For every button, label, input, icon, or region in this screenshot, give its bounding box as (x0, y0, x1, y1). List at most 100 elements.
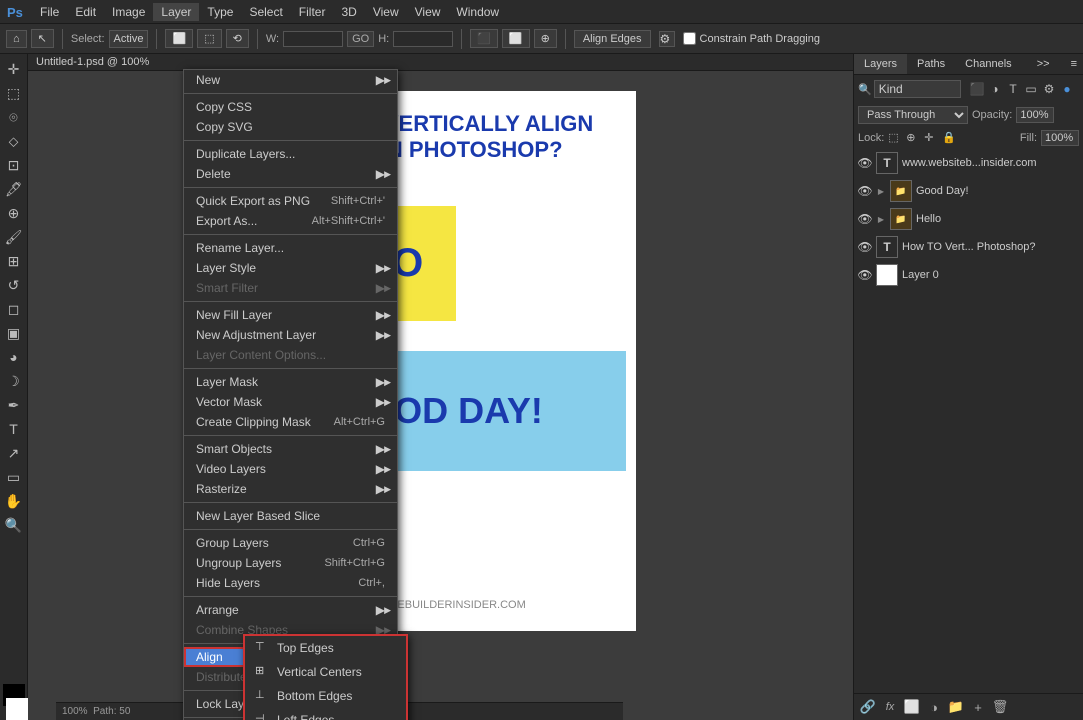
h-input[interactable] (393, 31, 453, 47)
layer-visibility-toggle[interactable]: 👁 (858, 268, 872, 282)
bg-color[interactable] (6, 698, 28, 720)
layer-item[interactable]: 👁 ▶ 📁 Good Day! (854, 177, 1083, 205)
menu-view[interactable]: View (365, 3, 407, 21)
select-dropdown[interactable]: Active (109, 30, 149, 48)
menu-group-layers[interactable]: Group LayersCtrl+G (184, 533, 397, 553)
menu-copy-svg[interactable]: Copy SVG (184, 117, 397, 137)
delete-layer-icon[interactable]: 🗑 (990, 697, 1010, 717)
align-vertical-centers[interactable]: ⊞ Vertical Centers (245, 660, 406, 684)
align-edges-button[interactable]: Align Edges (574, 30, 651, 48)
menu-new[interactable]: New▶ (184, 70, 397, 90)
shape-tool[interactable]: ▭ (3, 466, 25, 488)
quick-select-tool[interactable]: ⬦ (3, 130, 25, 152)
filter-smart[interactable]: ⚙ (1041, 81, 1057, 97)
layer-item[interactable]: 👁 ▶ 📁 Hello (854, 205, 1083, 233)
eyedropper-tool[interactable]: 🖋 (3, 178, 25, 200)
pen-tool[interactable]: ✒ (3, 394, 25, 416)
transform-btn2[interactable]: ⬚ (197, 29, 221, 48)
align-bottom-edges[interactable]: ⊥ Bottom Edges (245, 684, 406, 708)
filter-adjust[interactable]: ◑ (987, 81, 1003, 97)
tab-paths[interactable]: Paths (907, 54, 955, 74)
gear-button[interactable]: ⚙ (659, 31, 675, 47)
filter-shape[interactable]: ▭ (1023, 81, 1039, 97)
panel-expand-button[interactable]: >> (1031, 56, 1056, 72)
menu-file[interactable]: File (32, 3, 67, 21)
eraser-tool[interactable]: ◻ (3, 298, 25, 320)
home-button[interactable]: ⌂ (6, 30, 27, 48)
stamp-tool[interactable]: ⊞ (3, 250, 25, 272)
layer-item[interactable]: 👁 T www.websiteb...insider.com (854, 149, 1083, 177)
mask-icon[interactable]: ⬜ (902, 697, 922, 717)
path-tool[interactable]: ↗ (3, 442, 25, 464)
transform-btn1[interactable]: ⬜ (165, 29, 193, 48)
mode-btn2[interactable]: ⬜ (502, 29, 530, 48)
menu-layer[interactable]: Layer (153, 3, 199, 21)
tab-layers[interactable]: Layers (854, 54, 907, 74)
hand-tool[interactable]: ✋ (3, 490, 25, 512)
lock-icon2[interactable]: ⊕ (906, 131, 920, 145)
lock-icon3[interactable]: ✛ (924, 131, 938, 145)
arrow-tool[interactable]: ↖ (31, 29, 54, 48)
dodge-tool[interactable]: ☽ (3, 370, 25, 392)
menu-quick-export[interactable]: Quick Export as PNGShift+Ctrl+' (184, 191, 397, 211)
align-top-edges[interactable]: ⊤ Top Edges (245, 636, 406, 660)
transform-btn3[interactable]: ⟲ (226, 29, 249, 48)
w-input[interactable] (283, 31, 343, 47)
menu-rename[interactable]: Rename Layer... (184, 238, 397, 258)
blend-mode-select[interactable]: Pass Through (858, 106, 968, 124)
gradient-tool[interactable]: ▣ (3, 322, 25, 344)
group-icon[interactable]: 📁 (946, 697, 966, 717)
menu-delete[interactable]: Delete▶ (184, 164, 397, 184)
layer-item[interactable]: 👁 Layer 0 (854, 261, 1083, 289)
menu-hide-layers[interactable]: Hide LayersCtrl+, (184, 573, 397, 593)
layer-visibility-toggle[interactable]: 👁 (858, 240, 872, 254)
brush-tool[interactable]: 🖌 (3, 226, 25, 248)
menu-arrange[interactable]: Arrange▶ (184, 600, 397, 620)
layer-item[interactable]: 👁 T How TO Vert... Photoshop? (854, 233, 1083, 261)
layer-expand-arrow[interactable]: ▶ (876, 186, 886, 196)
lock-icon1[interactable]: ⬚ (888, 131, 902, 145)
menu-window[interactable]: View (407, 3, 449, 21)
menu-rasterize[interactable]: Rasterize▶ (184, 479, 397, 499)
zoom-tool[interactable]: 🔍 (3, 514, 25, 536)
menu-new-adjustment[interactable]: New Adjustment Layer▶ (184, 325, 397, 345)
menu-duplicate[interactable]: Duplicate Layers... (184, 144, 397, 164)
history-brush[interactable]: ↺ (3, 274, 25, 296)
menu-copy-css[interactable]: Copy CSS (184, 97, 397, 117)
menu-type[interactable]: Type (199, 3, 241, 21)
fill-input[interactable] (1041, 130, 1079, 146)
link-icon[interactable]: 🔗 (858, 697, 878, 717)
fx-icon[interactable]: fx (880, 697, 900, 717)
menu-layer-style[interactable]: Layer Style▶ (184, 258, 397, 278)
lasso-tool[interactable]: ⌾ (3, 106, 25, 128)
menu-layer-mask[interactable]: Layer Mask▶ (184, 372, 397, 392)
menu-help[interactable]: Window (448, 3, 507, 21)
menu-select[interactable]: Select (241, 3, 290, 21)
menu-new-fill[interactable]: New Fill Layer▶ (184, 305, 397, 325)
select-rect-tool[interactable]: ⬚ (3, 82, 25, 104)
opacity-input[interactable] (1016, 107, 1054, 123)
menu-export-as[interactable]: Export As...Alt+Shift+Ctrl+' (184, 211, 397, 231)
menu-ungroup[interactable]: Ungroup LayersShift+Ctrl+G (184, 553, 397, 573)
menu-video-layers[interactable]: Video Layers▶ (184, 459, 397, 479)
search-inner[interactable]: Kind (874, 80, 961, 98)
menu-vector-mask[interactable]: Vector Mask▶ (184, 392, 397, 412)
move-tool[interactable]: ✛ (3, 58, 25, 80)
filter-pixel[interactable]: ⬛ (969, 81, 985, 97)
filter-toggle[interactable]: ● (1059, 81, 1075, 97)
crop-tool[interactable]: ⊡ (3, 154, 25, 176)
mode-btn3[interactable]: ⊕ (534, 29, 557, 48)
menu-smart-objects[interactable]: Smart Objects▶ (184, 439, 397, 459)
new-layer-icon[interactable]: + (968, 697, 988, 717)
layer-visibility-toggle[interactable]: 👁 (858, 184, 872, 198)
constrain-checkbox[interactable] (683, 32, 696, 45)
adjustment-icon[interactable]: ◑ (924, 697, 944, 717)
blur-tool[interactable]: ◕ (3, 346, 25, 368)
panel-options-button[interactable]: ≡ (1065, 56, 1083, 72)
menu-clipping-mask[interactable]: Create Clipping MaskAlt+Ctrl+G (184, 412, 397, 432)
menu-3d[interactable]: 3D (333, 3, 364, 21)
menu-new-slice[interactable]: New Layer Based Slice (184, 506, 397, 526)
menu-filter[interactable]: Filter (291, 3, 334, 21)
align-left-edges[interactable]: ⊣ Left Edges (245, 708, 406, 720)
layer-visibility-toggle[interactable]: 👁 (858, 212, 872, 226)
